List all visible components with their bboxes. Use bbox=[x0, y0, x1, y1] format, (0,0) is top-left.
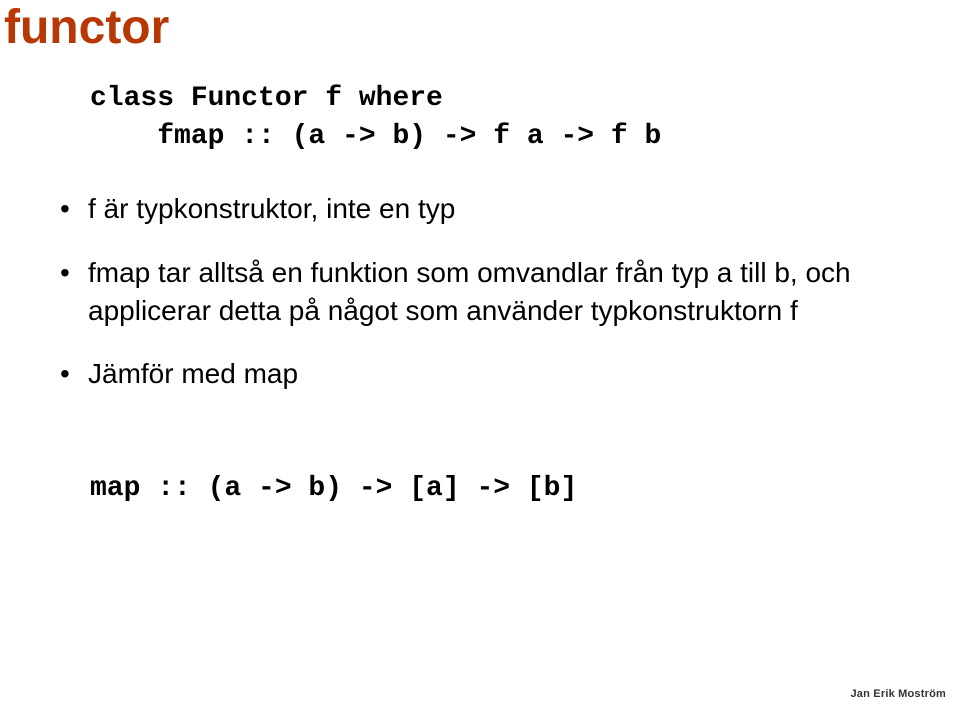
bullet-item-1: f är typkonstruktor, inte en typ bbox=[60, 190, 900, 228]
bullet-list: f är typkonstruktor, inte en typ fmap ta… bbox=[60, 190, 900, 419]
code-line-1: class Functor f where bbox=[90, 83, 443, 114]
footer-author: Jan Erik Moström bbox=[850, 688, 946, 700]
bullet-item-3: Jämför med map bbox=[60, 355, 900, 393]
code-block-functor: class Functor f where fmap :: (a -> b) -… bbox=[90, 80, 661, 156]
code-block-map: map :: (a -> b) -> [a] -> [b] bbox=[90, 470, 577, 508]
bullet-item-2: fmap tar alltså en funktion som omvandla… bbox=[60, 254, 900, 330]
slide-title: functor bbox=[4, 0, 169, 55]
slide: functor class Functor f where fmap :: (a… bbox=[0, 0, 960, 706]
code-line-2: fmap :: (a -> b) -> f a -> f b bbox=[90, 121, 661, 152]
